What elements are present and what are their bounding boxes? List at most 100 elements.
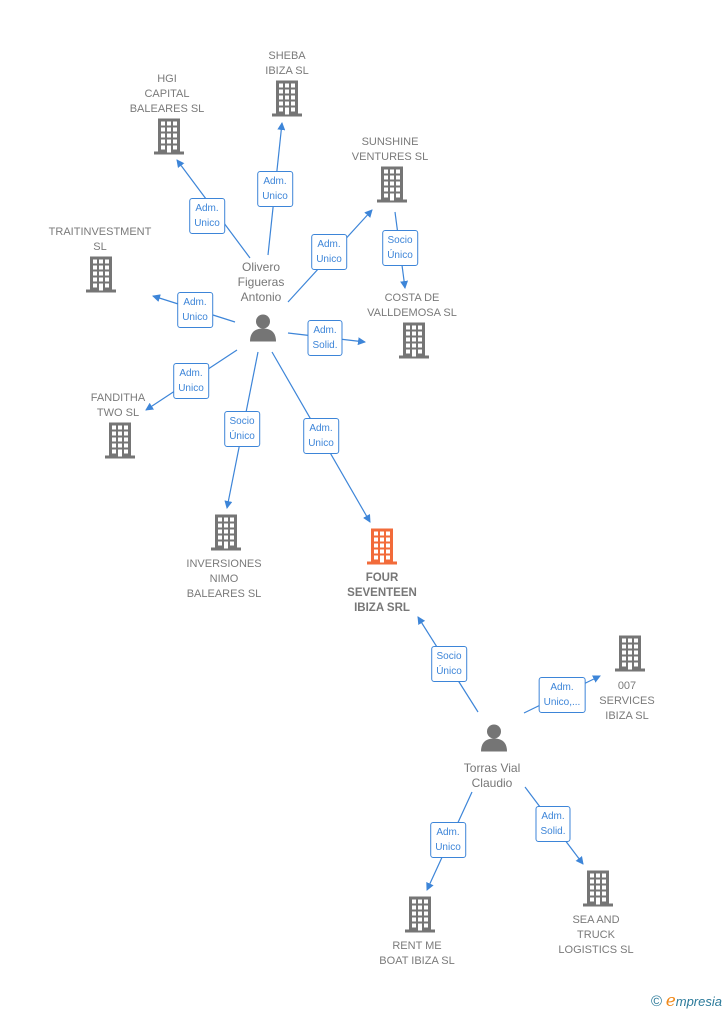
company-label-rent[interactable]: RENT ME BOAT IBIZA SL xyxy=(379,939,454,969)
label-line: SUNSHINE xyxy=(361,136,419,148)
network-diagram: © empresia SHEBA IBIZA SL HGI CAPITAL BALEAR… xyxy=(0,0,728,1015)
label-line: FANDITHA xyxy=(90,392,146,404)
relation-label-line: Adm. xyxy=(183,297,207,308)
building-icon[interactable] xyxy=(152,118,186,160)
label-line: NIMO xyxy=(209,573,239,585)
building-icon[interactable] xyxy=(365,528,399,570)
relation-label-line: Adm. xyxy=(179,368,203,379)
empresia-logo: © empresia xyxy=(651,991,722,1011)
label-line: SL xyxy=(93,241,107,253)
building-icon[interactable] xyxy=(403,896,437,938)
label-line: VALLDEMOSA SL xyxy=(367,307,457,319)
relation-label-line: Adm. xyxy=(317,239,341,250)
label-line: Figueras xyxy=(237,275,285,289)
label-line: Torras Vial xyxy=(463,761,521,775)
label-line: BALEARES SL xyxy=(129,103,205,115)
relation-label[interactable]: Adm. Unico xyxy=(177,292,213,328)
relation-label[interactable]: Adm. Solid. xyxy=(307,320,343,356)
company-label-costa[interactable]: COSTA DE VALLDEMOSA SL xyxy=(367,291,457,321)
relation-label[interactable]: Adm. Unico xyxy=(311,234,347,270)
label-line: BALEARES SL xyxy=(186,588,262,600)
label-line: TWO SL xyxy=(96,407,140,419)
label-line: SEA AND xyxy=(572,914,620,926)
building-icon[interactable] xyxy=(397,322,431,364)
relation-label-line: Socio xyxy=(436,651,462,662)
relation-label-line: Único xyxy=(229,431,255,442)
company-label-sunshine[interactable]: SUNSHINE VENTURES SL xyxy=(352,135,428,165)
label-line: CAPITAL xyxy=(144,88,190,100)
relation-label-line: Adm. xyxy=(263,176,287,187)
relation-label-line: Socio xyxy=(229,416,255,427)
label-line: LOGISTICS SL xyxy=(558,944,634,956)
label-line: IBIZA SL xyxy=(605,710,649,722)
building-icon[interactable] xyxy=(613,635,647,677)
company-label-inversiones[interactable]: INVERSIONES NIMO BALEARES SL xyxy=(186,557,261,602)
label-line: Antonio xyxy=(240,290,282,304)
relation-label-line: Solid. xyxy=(312,340,338,351)
relation-label[interactable]: Adm. Unico xyxy=(303,418,339,454)
relation-label-line: Adm. xyxy=(436,827,460,838)
label-line: BOAT IBIZA SL xyxy=(379,955,455,967)
relation-label[interactable]: Adm. Unico xyxy=(430,822,466,858)
relation-label[interactable]: Adm. Solid. xyxy=(535,806,571,842)
label-line: SEVENTEEN xyxy=(347,587,417,599)
building-icon[interactable] xyxy=(209,514,243,556)
relation-label-line: Solid. xyxy=(540,826,566,837)
label-line: INVERSIONES xyxy=(186,558,262,570)
relation-label-line: Adm. xyxy=(195,203,219,214)
relation-label-line: Socio xyxy=(387,235,413,246)
building-icon[interactable] xyxy=(270,80,304,122)
label-line: COSTA DE xyxy=(384,292,440,304)
person-icon[interactable] xyxy=(479,723,509,758)
relation-label[interactable]: Adm. Unico xyxy=(257,171,293,207)
relation-label-line: Adm. xyxy=(541,811,565,822)
relation-label-line: Unico xyxy=(316,254,342,265)
building-icon[interactable] xyxy=(581,870,615,912)
company-label-four[interactable]: FOUR SEVENTEEN IBIZA SRL xyxy=(347,571,417,616)
label-line: FOUR xyxy=(365,572,399,584)
relation-label-line: Unico xyxy=(194,218,220,229)
person-label-torras[interactable]: Torras Vial Claudio xyxy=(464,761,520,791)
company-label-sheba[interactable]: SHEBA IBIZA SL xyxy=(265,49,308,79)
person-label-olivero[interactable]: Olivero Figueras Antonio xyxy=(238,260,285,305)
relation-label[interactable]: Adm. Unico xyxy=(173,363,209,399)
relation-label-line: Adm. xyxy=(313,325,337,336)
company-label-sea[interactable]: SEA AND TRUCK LOGISTICS SL xyxy=(558,913,633,958)
relation-label-line: Unico xyxy=(435,842,461,853)
relation-label[interactable]: Socio Único xyxy=(382,230,418,266)
label-line: VENTURES SL xyxy=(351,151,429,163)
copyright-icon: © xyxy=(651,993,663,1010)
relation-label-line: Unico,... xyxy=(543,697,581,708)
relation-label-line: Único xyxy=(436,666,462,677)
company-label-trait[interactable]: TRAITINVESTMENT SL xyxy=(49,225,152,255)
label-line: 007 xyxy=(617,680,637,692)
label-line: HGI xyxy=(157,73,177,85)
company-label-hgi[interactable]: HGI CAPITAL BALEARES SL xyxy=(130,72,205,117)
label-line: SHEBA xyxy=(268,50,306,62)
company-label-s007[interactable]: 007 SERVICES IBIZA SL xyxy=(599,679,654,724)
label-line: Claudio xyxy=(471,776,513,790)
label-line: RENT ME xyxy=(392,940,442,952)
label-line: IBIZA SL xyxy=(265,65,309,77)
label-line: TRAITINVESTMENT xyxy=(48,226,152,238)
relation-label-line: Unico xyxy=(308,438,334,449)
building-icon[interactable] xyxy=(375,166,409,208)
relation-label-line: Unico xyxy=(262,191,288,202)
relation-label-line: Unico xyxy=(178,383,204,394)
relation-label[interactable]: Adm. Unico,... xyxy=(538,677,586,713)
relation-label[interactable]: Adm. Unico xyxy=(189,198,225,234)
building-icon[interactable] xyxy=(103,422,137,464)
company-label-fanditha[interactable]: FANDITHA TWO SL xyxy=(91,391,145,421)
label-line: Olivero xyxy=(241,260,280,274)
relation-label[interactable]: Socio Único xyxy=(431,646,467,682)
relation-label-line: Adm. xyxy=(309,423,333,434)
label-line: TRUCK xyxy=(577,929,615,941)
relation-label-line: Adm. xyxy=(550,682,574,693)
relation-label[interactable]: Socio Único xyxy=(224,411,260,447)
relation-label-line: Unico xyxy=(182,312,208,323)
label-line: SERVICES xyxy=(599,695,655,707)
label-line: IBIZA SRL xyxy=(354,602,410,614)
relation-label-line: Único xyxy=(387,250,413,261)
building-icon[interactable] xyxy=(84,256,118,298)
person-icon[interactable] xyxy=(248,313,278,348)
